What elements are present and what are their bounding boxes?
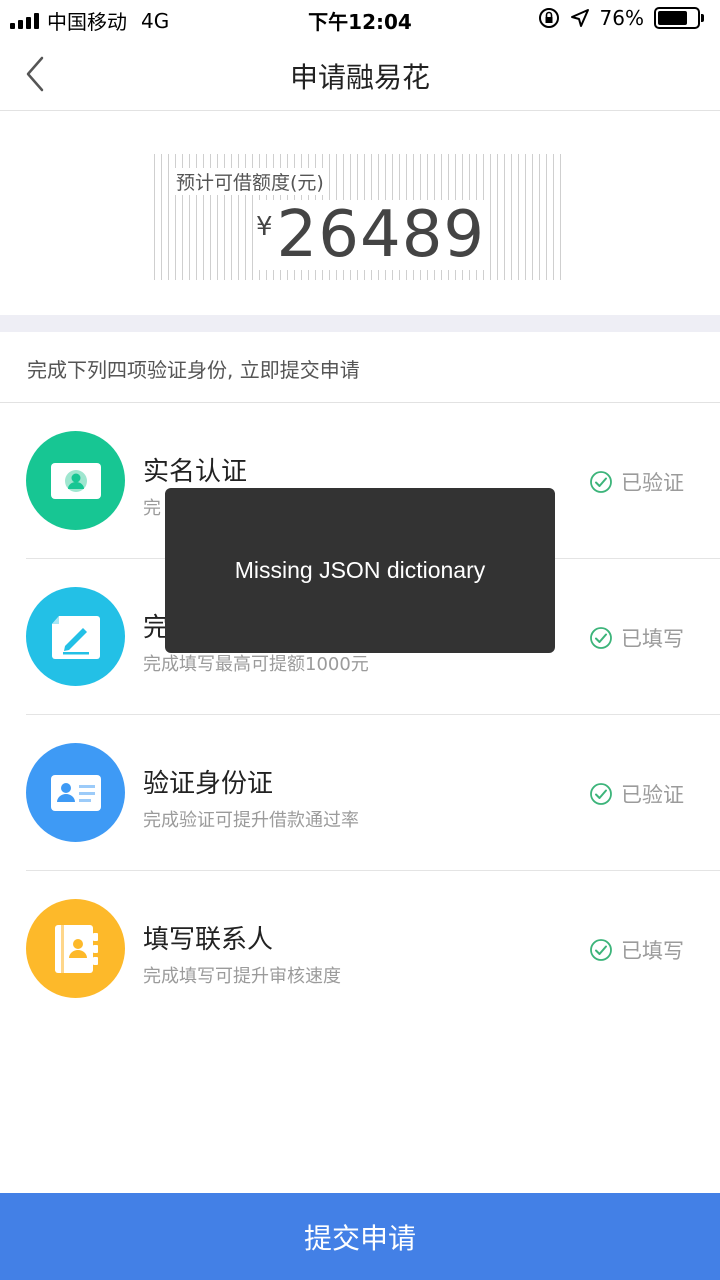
- item-subtitle: 完成填写可提升审核速度: [143, 966, 341, 987]
- submit-button[interactable]: 提交申请: [0, 1193, 720, 1280]
- status-bar: 中国移动 4G 下午12:04 76%: [0, 0, 720, 36]
- item-title: 验证身份证: [143, 769, 274, 799]
- page-title: 申请融易花: [289, 61, 430, 94]
- contacts-book-icon: [26, 899, 125, 998]
- status-text: 已验证: [621, 783, 684, 807]
- instruction-bar: 完成下列四项验证身份, 立即提交申请: [0, 332, 720, 403]
- check-circle-icon: [590, 627, 612, 649]
- list-item-contacts[interactable]: 填写联系人 完成填写可提升审核速度 已填写: [0, 871, 720, 1027]
- check-circle-icon: [590, 783, 612, 805]
- list-item-id-card[interactable]: 验证身份证 完成验证可提升借款通过率 已验证: [0, 715, 720, 871]
- status-right: 76%: [538, 6, 704, 30]
- section-divider: [0, 315, 720, 332]
- item-status: 已验证: [589, 779, 684, 809]
- item-title: 实名认证: [143, 457, 248, 487]
- credit-amount-card: 预计可借额度(元) ¥ 26489: [0, 112, 720, 315]
- item-subtitle: 完成填写最高可提额1000元: [143, 654, 369, 675]
- rotation-lock-icon: [538, 8, 559, 28]
- edit-document-icon: [26, 587, 125, 686]
- battery-icon: [654, 7, 704, 29]
- id-card-icon: [26, 743, 125, 842]
- item-status: 已验证: [589, 467, 684, 497]
- check-circle-icon: [590, 939, 612, 961]
- item-status: 已填写: [589, 623, 684, 653]
- amount-row: ¥ 26489: [256, 198, 486, 272]
- battery-percent: 76%: [599, 6, 644, 30]
- nav-bar: 申请融易花: [0, 36, 720, 111]
- instruction-text: 完成下列四项验证身份, 立即提交申请: [27, 358, 360, 382]
- toast-message: Missing JSON dictionary: [234, 557, 486, 583]
- location-arrow-icon: [570, 9, 589, 27]
- item-title: 填写联系人: [143, 925, 274, 955]
- item-subtitle: 完成验证可提升借款通过率: [143, 810, 359, 831]
- status-text: 已验证: [621, 471, 684, 495]
- id-photo-icon: [26, 431, 125, 530]
- amount-value: 26489: [276, 198, 486, 272]
- check-circle-icon: [590, 471, 612, 493]
- error-toast: Missing JSON dictionary: [165, 488, 555, 653]
- item-status: 已填写: [589, 935, 684, 965]
- status-text: 已填写: [621, 627, 684, 651]
- item-subtitle: 完: [143, 498, 161, 519]
- status-text: 已填写: [621, 939, 684, 963]
- currency-symbol: ¥: [256, 212, 273, 242]
- amount-label: 预计可借额度(元): [174, 168, 326, 195]
